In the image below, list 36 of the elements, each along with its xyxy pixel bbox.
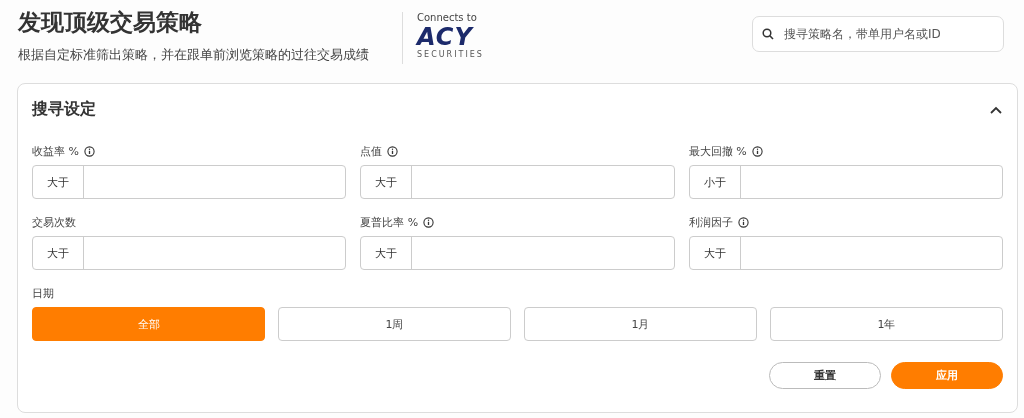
- filter-input[interactable]: 大于: [32, 165, 347, 199]
- logo-tagline: SECURITIES: [417, 50, 484, 60]
- operator-label: 大于: [33, 166, 84, 198]
- filter-input[interactable]: 大于: [360, 236, 675, 270]
- info-icon[interactable]: [751, 145, 763, 157]
- info-icon[interactable]: [423, 216, 435, 228]
- filter-label: 夏普比率 %: [360, 214, 419, 230]
- filter-label: 点值: [360, 143, 383, 159]
- operator-label: 小于: [689, 166, 741, 198]
- operator-label: 大于: [33, 237, 84, 269]
- page-title: 发现顶级交易策略: [18, 8, 203, 36]
- logo-caption: Connects to: [417, 12, 477, 24]
- operator-label: 大于: [689, 237, 741, 269]
- info-icon[interactable]: [83, 145, 95, 157]
- operator-label: 大于: [361, 237, 413, 269]
- date-range-tab[interactable]: 1月: [524, 307, 757, 341]
- operator-label: 大于: [361, 166, 413, 198]
- date-label: 日期: [32, 286, 55, 301]
- filter-input[interactable]: 大于: [688, 236, 1003, 270]
- info-icon[interactable]: [387, 145, 399, 157]
- chevron-icon[interactable]: [989, 104, 1003, 115]
- filter-input[interactable]: 大于: [32, 236, 347, 270]
- filter-label: 利润因子: [688, 214, 733, 230]
- logo-wordmark: ACY: [417, 24, 473, 50]
- filter-label: 交易次数: [32, 214, 76, 230]
- info-icon[interactable]: [737, 216, 749, 228]
- search-field[interactable]: 搜寻策略名，带单用户名或ID: [752, 16, 1004, 52]
- date-range-tab[interactable]: 1年: [770, 307, 1003, 341]
- page-subtitle: 根据自定标准筛出策略，并在跟单前浏览策略的过往交易成绩: [18, 46, 370, 64]
- reset-button[interactable]: 重置: [769, 362, 881, 389]
- date-range-tab[interactable]: 1周: [278, 307, 511, 341]
- filter-label: 收益率 %: [32, 143, 79, 159]
- filter-input[interactable]: 小于: [688, 165, 1003, 199]
- panel-title: 搜寻设定: [32, 98, 96, 120]
- filter-input[interactable]: 大于: [360, 165, 675, 199]
- filter-label: 最大回撤 %: [688, 143, 747, 159]
